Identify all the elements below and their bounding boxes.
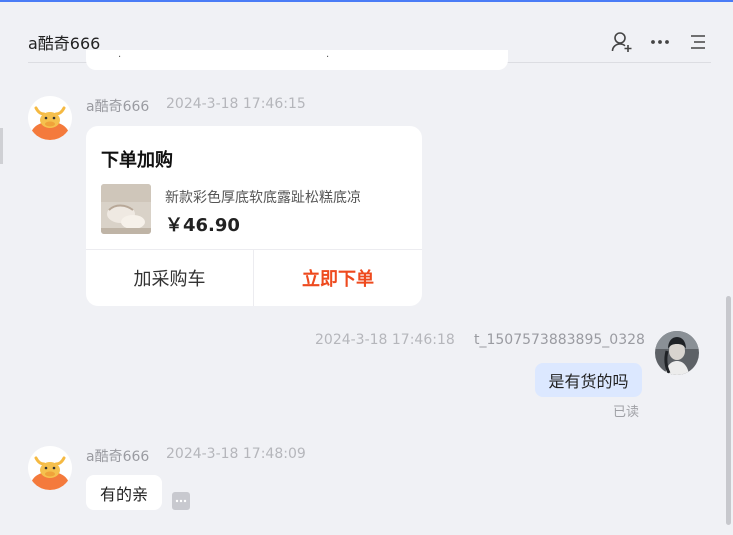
message-time: 2024-3-18 17:46:15 xyxy=(166,96,306,112)
top-accent-line xyxy=(0,0,733,2)
scrollbar-thumb[interactable] xyxy=(726,296,731,525)
message-bubble-other[interactable]: 有的亲 xyxy=(86,475,162,510)
product-thumbnail[interactable] xyxy=(101,184,151,234)
product-name[interactable]: 新款彩色厚底软底露趾松糕底凉 xyxy=(165,187,361,207)
shop-avatar[interactable] xyxy=(28,446,72,490)
order-card-title: 下单加购 xyxy=(101,150,173,171)
user-add-icon[interactable] xyxy=(610,30,634,54)
product-price: ￥46.90 xyxy=(165,215,240,236)
add-to-cart-button[interactable]: 加采购车 xyxy=(86,250,253,306)
buy-now-button[interactable]: 立即下单 xyxy=(254,250,422,306)
shop-avatar[interactable] xyxy=(28,96,72,140)
message-time: 2024-3-18 17:46:18 xyxy=(315,332,455,348)
message-more-icon[interactable] xyxy=(172,492,190,510)
user-avatar[interactable] xyxy=(655,331,699,375)
more-icon[interactable] xyxy=(648,30,672,54)
menu-icon[interactable] xyxy=(686,30,710,54)
sender-name: a酷奇666 xyxy=(86,449,150,465)
sender-name: a酷奇666 xyxy=(86,99,150,115)
order-card: 下单加购 新款彩色厚底软底露趾松糕底凉 ￥46.90 加采购车 立即下单 xyxy=(86,126,422,306)
message-bubble-self[interactable]: 是有货的吗 xyxy=(535,363,642,397)
sender-name: t_1507573883895_0328 xyxy=(474,332,645,348)
message-time: 2024-3-18 17:48:09 xyxy=(166,446,306,462)
read-status: 已读 xyxy=(613,405,640,420)
side-panel-handle[interactable] xyxy=(0,128,3,164)
previous-message-card: · · xyxy=(86,50,508,70)
